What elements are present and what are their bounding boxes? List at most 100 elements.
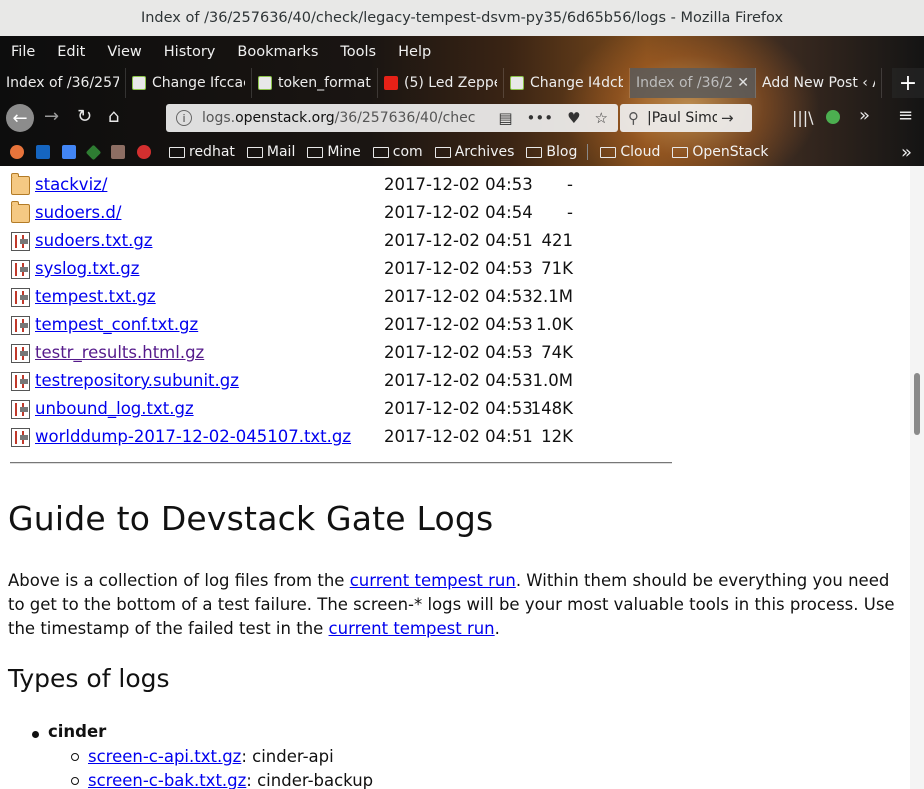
url-bar[interactable]: i logs.openstack.org/36/257636/40/chec ▤… xyxy=(166,104,618,132)
hamburger-menu-icon[interactable]: ≡ xyxy=(898,105,913,126)
close-tab-icon[interactable]: ✕ xyxy=(737,75,749,91)
bookmarks-overflow-icon[interactable]: » xyxy=(901,142,912,163)
menu-bookmarks[interactable]: Bookmarks xyxy=(226,44,329,60)
menu-help[interactable]: Help xyxy=(387,44,442,60)
file-link[interactable]: unbound_log.txt.gz xyxy=(35,399,194,418)
file-link[interactable]: syslog.txt.gz xyxy=(35,259,139,278)
compressed-file-icon xyxy=(11,400,30,419)
bookmark-folder[interactable]: OpenStack xyxy=(672,144,769,160)
guide-title: Guide to Devstack Gate Logs xyxy=(8,499,494,538)
divider xyxy=(10,462,672,464)
file-link[interactable]: sudoers.d/ xyxy=(35,203,121,222)
log-item: screen-c-bak.txt.gz: cinder-backup xyxy=(70,769,373,789)
current-tempest-run-link-2[interactable]: current tempest run xyxy=(329,619,495,638)
bookmark-folder[interactable]: com xyxy=(372,144,423,160)
tab-label: token_format xyxy=(278,75,371,91)
bookmark-separator xyxy=(587,144,589,160)
folder-icon xyxy=(307,146,324,158)
browser-chrome: File Edit View History Bookmarks Tools Help In… xyxy=(0,36,924,166)
site-info-icon[interactable]: i xyxy=(176,110,192,126)
browser-tab[interactable]: Change I4dcb xyxy=(504,68,630,98)
log-types-list: cinder screen-c-api.txt.gz: cinder-api scr… xyxy=(31,722,373,789)
file-link[interactable]: testr_results.html.gz xyxy=(35,343,204,362)
navigation-toolbar: ← → ↻ ⌂ i logs.openstack.org/36/257636/4… xyxy=(0,98,924,138)
reload-button[interactable]: ↻ xyxy=(77,106,92,127)
file-size: 12K xyxy=(541,427,573,446)
bookmark-folder[interactable]: Cloud xyxy=(600,144,660,160)
gerrit-favicon-icon xyxy=(510,76,524,90)
pocket-icon[interactable]: ♥ xyxy=(567,109,580,127)
back-button[interactable]: ← xyxy=(6,104,34,132)
bookmark-folder[interactable]: Mine xyxy=(307,144,361,160)
compressed-file-icon xyxy=(11,316,30,335)
menu-history[interactable]: History xyxy=(153,44,227,60)
file-size: 148K xyxy=(530,399,573,418)
url-text[interactable]: logs.openstack.org/36/257636/40/chec xyxy=(202,110,492,126)
overflow-chevron-icon[interactable]: » xyxy=(859,105,870,126)
menu-view[interactable]: View xyxy=(96,44,152,60)
current-tempest-run-link[interactable]: current tempest run xyxy=(350,571,516,590)
file-date: 2017-12-02 04:53 xyxy=(384,315,533,334)
search-go-icon[interactable]: → xyxy=(721,109,734,127)
log-file-link[interactable]: screen-c-bak.txt.gz xyxy=(88,771,246,789)
file-link[interactable]: sudoers.txt.gz xyxy=(35,231,152,250)
window-title: Index of /36/257636/40/check/legacy-temp… xyxy=(140,10,784,26)
home-button[interactable]: ⌂ xyxy=(108,106,119,127)
compressed-file-icon xyxy=(11,232,30,251)
file-size: - xyxy=(567,175,573,194)
bookmark-favicon-6[interactable] xyxy=(137,145,151,159)
browser-tab[interactable]: Index of /36/2 ✕ xyxy=(630,68,756,98)
file-size: 74K xyxy=(541,343,573,362)
page-scrollbar[interactable] xyxy=(910,166,924,789)
calendar-icon[interactable] xyxy=(62,145,76,159)
folder-icon xyxy=(672,146,689,158)
reader-view-icon[interactable]: ▤ xyxy=(498,109,512,127)
bookmark-folder[interactable]: redhat xyxy=(169,144,235,160)
file-row: syslog.txt.gz 2017-12-02 04:53 71K xyxy=(0,255,600,283)
browser-tab[interactable]: Index of /36/257 xyxy=(0,68,126,98)
file-link[interactable]: tempest.txt.gz xyxy=(35,287,156,306)
file-link[interactable]: worlddump-2017-12-02-045107.txt.gz xyxy=(35,427,351,446)
page-actions-icon[interactable]: ••• xyxy=(527,109,554,127)
browser-tab[interactable]: token_format xyxy=(252,68,378,98)
bookmark-star-icon[interactable]: ☆ xyxy=(595,109,608,127)
forward-button[interactable]: → xyxy=(44,106,59,127)
file-row: worlddump-2017-12-02-045107.txt.gz 2017-1… xyxy=(0,423,600,451)
scrollbar-thumb[interactable] xyxy=(914,373,920,435)
browser-tab[interactable]: Change Ifccac xyxy=(126,68,252,98)
log-file-link[interactable]: screen-c-api.txt.gz xyxy=(88,747,241,766)
bookmark-folder[interactable]: Archives xyxy=(434,144,515,160)
url-domain: openstack.org xyxy=(235,110,335,126)
bookmark-favicon-1[interactable] xyxy=(10,145,24,159)
log-item: screen-c-api.txt.gz: cinder-api xyxy=(70,745,373,769)
bookmark-favicon-5[interactable] xyxy=(111,145,125,159)
browser-tab[interactable]: Add New Post ‹ A xyxy=(756,68,882,98)
new-tab-button[interactable]: + xyxy=(892,68,924,98)
extension-icon[interactable] xyxy=(826,110,840,124)
bookmark-folder-label: Archives xyxy=(454,144,515,160)
file-link[interactable]: tempest_conf.txt.gz xyxy=(35,315,198,334)
trello-icon[interactable] xyxy=(36,145,50,159)
search-bar[interactable]: ⚲ |Paul Simon → xyxy=(620,104,752,132)
bookmark-folder[interactable]: Blog xyxy=(526,144,577,160)
file-date: 2017-12-02 04:54 xyxy=(384,203,533,222)
menu-edit[interactable]: Edit xyxy=(46,44,96,60)
menu-file[interactable]: File xyxy=(0,44,46,60)
file-date: 2017-12-02 04:53 xyxy=(384,343,533,362)
file-row: sudoers.txt.gz 2017-12-02 04:51 421 xyxy=(0,227,600,255)
page-content: stackviz/2017-12-02 04:53 - sudoers.d/2017… xyxy=(0,166,910,789)
folder-icon xyxy=(169,146,185,158)
library-icon[interactable]: |||\ xyxy=(792,108,814,127)
search-input[interactable]: |Paul Simon xyxy=(647,110,717,126)
gerrit-favicon-icon xyxy=(132,76,146,90)
browser-tab[interactable]: (5) Led Zeppe xyxy=(378,68,504,98)
file-link[interactable]: testrepository.subunit.gz xyxy=(35,371,239,390)
compressed-file-icon xyxy=(11,344,30,363)
menu-tools[interactable]: Tools xyxy=(329,44,387,60)
file-link[interactable]: stackviz/ xyxy=(35,175,107,194)
intro-text-3: . xyxy=(494,619,500,638)
bookmark-folder[interactable]: Mail xyxy=(246,144,295,160)
compressed-file-icon xyxy=(11,428,30,447)
file-row: tempest.txt.gz 2017-12-02 04:53 2.1M xyxy=(0,283,600,311)
bookmark-favicon-4[interactable] xyxy=(85,144,102,160)
